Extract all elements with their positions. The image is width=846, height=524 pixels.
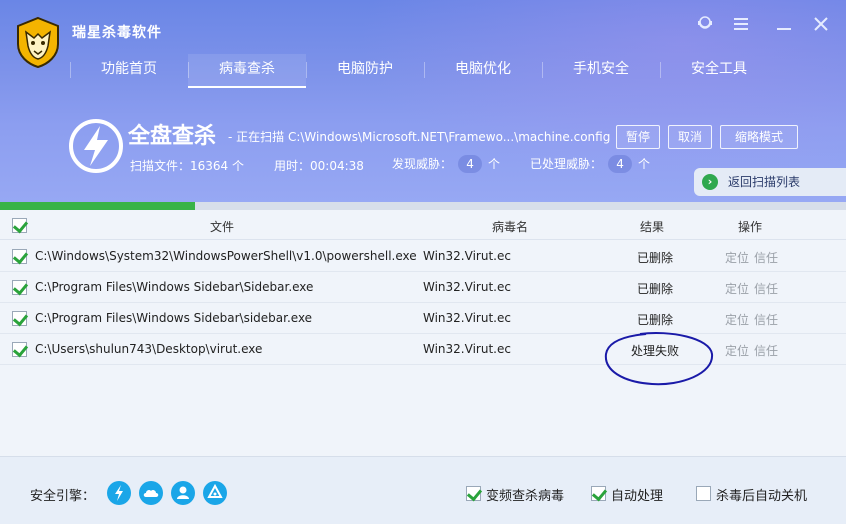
variable-scan-checkbox[interactable] bbox=[466, 486, 481, 501]
menu-icon[interactable] bbox=[730, 14, 752, 36]
files-label: 扫描文件： bbox=[130, 159, 191, 173]
table-row[interactable]: C:\Program Files\Windows Sidebar\Sidebar… bbox=[0, 272, 846, 303]
trust-link[interactable]: 信任 bbox=[754, 311, 778, 328]
pause-button[interactable]: 暂停 bbox=[616, 125, 660, 149]
option-auto-shutdown[interactable]: 杀毒后自动关机 bbox=[696, 485, 807, 504]
engine-label: 安全引擎： bbox=[30, 489, 96, 504]
scan-title: 全盘查杀 bbox=[128, 124, 217, 149]
row-checkbox[interactable] bbox=[12, 249, 27, 264]
threat-count-badge: 4 bbox=[458, 155, 483, 173]
minimize-icon[interactable] bbox=[773, 14, 795, 36]
files-value: 16364 bbox=[190, 159, 229, 173]
file-path: C:\Users\shulun743\Desktop\virut.exe bbox=[35, 342, 263, 356]
header-virus: 病毒名 bbox=[492, 220, 529, 234]
threat-label: 发现威胁： bbox=[392, 157, 453, 171]
tab-virus-scan[interactable]: 病毒查杀 bbox=[188, 54, 306, 88]
main-tabs: 功能首页 病毒查杀 电脑防护 电脑优化 手机安全 安全工具 bbox=[70, 54, 778, 88]
return-label: 返回扫描列表 bbox=[728, 175, 801, 189]
handled-label: 已处理威胁： bbox=[530, 157, 603, 171]
auto-shutdown-checkbox[interactable] bbox=[696, 486, 711, 501]
file-path: C:\Program Files\Windows Sidebar\Sidebar… bbox=[35, 280, 314, 294]
option-variable-scan[interactable]: 变频查杀病毒 bbox=[466, 485, 564, 504]
virus-name: Win32.Virut.ec bbox=[423, 280, 511, 294]
locate-link[interactable]: 定位 bbox=[725, 311, 749, 328]
virus-name: Win32.Virut.ec bbox=[423, 249, 511, 263]
app-title: 瑞星杀毒软件 bbox=[72, 25, 162, 41]
option-auto-process[interactable]: 自动处理 bbox=[591, 485, 663, 504]
lightning-scan-icon bbox=[69, 119, 123, 173]
scan-status: - 正在扫描 C:\Windows\Microsoft.NET\Framewo.… bbox=[228, 130, 611, 144]
auto-shutdown-label: 杀毒后自动关机 bbox=[716, 489, 808, 504]
auto-process-label: 自动处理 bbox=[611, 489, 664, 504]
locate-link[interactable]: 定位 bbox=[725, 280, 749, 297]
header-result: 结果 bbox=[640, 220, 665, 234]
select-all-checkbox[interactable] bbox=[12, 218, 27, 233]
handled-unit: 个 bbox=[638, 157, 651, 171]
row-checkbox[interactable] bbox=[12, 280, 27, 295]
lightning-icon[interactable] bbox=[107, 481, 131, 505]
files-stat: 扫描文件：16364 个 bbox=[130, 157, 244, 174]
return-scan-list-button[interactable]: › 返回扫描列表 bbox=[694, 168, 846, 196]
result-text: 已删除 bbox=[637, 282, 674, 296]
trust-link[interactable]: 信任 bbox=[754, 249, 778, 266]
threat-stat: 发现威胁： 4 个 bbox=[392, 155, 500, 173]
result-text: 已删除 bbox=[637, 313, 674, 327]
table-row[interactable]: C:\Windows\System32\WindowsPowerShell\v1… bbox=[0, 241, 846, 272]
row-checkbox[interactable] bbox=[12, 311, 27, 326]
threat-unit: 个 bbox=[488, 157, 501, 171]
close-icon[interactable] bbox=[810, 14, 832, 36]
header-file: 文件 bbox=[210, 220, 235, 234]
virus-name: Win32.Virut.ec bbox=[423, 342, 511, 356]
scan-progress-fill bbox=[0, 202, 195, 210]
table-row[interactable]: C:\Users\shulun743\Desktop\virut.exe Win… bbox=[0, 334, 846, 365]
lion-logo-icon bbox=[17, 16, 59, 68]
tab-optimize[interactable]: 电脑优化 bbox=[424, 54, 542, 88]
user-icon[interactable] bbox=[171, 481, 195, 505]
header-action: 操作 bbox=[738, 220, 763, 234]
tab-mobile[interactable]: 手机安全 bbox=[542, 54, 660, 88]
annotation-circle bbox=[604, 332, 714, 386]
result-text: 已删除 bbox=[637, 251, 674, 265]
tab-tools[interactable]: 安全工具 bbox=[660, 54, 778, 88]
file-path: C:\Windows\System32\WindowsPowerShell\v1… bbox=[35, 249, 417, 263]
mini-mode-button[interactable]: 缩略模式 bbox=[720, 125, 798, 149]
cloud-icon[interactable] bbox=[139, 481, 163, 505]
time-value: 00:04:38 bbox=[310, 159, 364, 173]
user-icon[interactable] bbox=[694, 14, 716, 36]
time-stat: 用时：00:04:38 bbox=[274, 157, 364, 174]
row-checkbox[interactable] bbox=[12, 342, 27, 357]
table-header: 文件 病毒名 结果 操作 bbox=[0, 210, 846, 240]
trust-link[interactable]: 信任 bbox=[754, 280, 778, 297]
tab-protection[interactable]: 电脑防护 bbox=[306, 54, 424, 88]
virus-name: Win32.Virut.ec bbox=[423, 311, 511, 325]
handled-count-badge: 4 bbox=[608, 155, 633, 173]
locate-link[interactable]: 定位 bbox=[725, 342, 749, 359]
drive-icon[interactable] bbox=[203, 481, 227, 505]
scan-progress-bar bbox=[0, 202, 846, 210]
files-unit: 个 bbox=[232, 159, 245, 173]
arrow-right-icon: › bbox=[702, 174, 718, 190]
time-label: 用时： bbox=[274, 159, 311, 173]
auto-process-checkbox[interactable] bbox=[591, 486, 606, 501]
cancel-button[interactable]: 取消 bbox=[668, 125, 712, 149]
results-table: 文件 病毒名 结果 操作 C:\Windows\System32\Windows… bbox=[0, 210, 846, 456]
header: 瑞星杀毒软件 功能首页 病毒查杀 电脑防护 电脑优化 手机安全 安全工具 全盘查… bbox=[0, 0, 846, 210]
table-row[interactable]: C:\Program Files\Windows Sidebar\sidebar… bbox=[0, 303, 846, 334]
tab-home[interactable]: 功能首页 bbox=[70, 54, 188, 88]
footer: 安全引擎： 变频查杀病毒 自动处理 杀毒后自动关机 bbox=[0, 456, 846, 524]
file-path: C:\Program Files\Windows Sidebar\sidebar… bbox=[35, 311, 313, 325]
locate-link[interactable]: 定位 bbox=[725, 249, 749, 266]
trust-link[interactable]: 信任 bbox=[754, 342, 778, 359]
variable-scan-label: 变频查杀病毒 bbox=[486, 489, 565, 504]
handled-stat: 已处理威胁： 4 个 bbox=[530, 155, 650, 173]
